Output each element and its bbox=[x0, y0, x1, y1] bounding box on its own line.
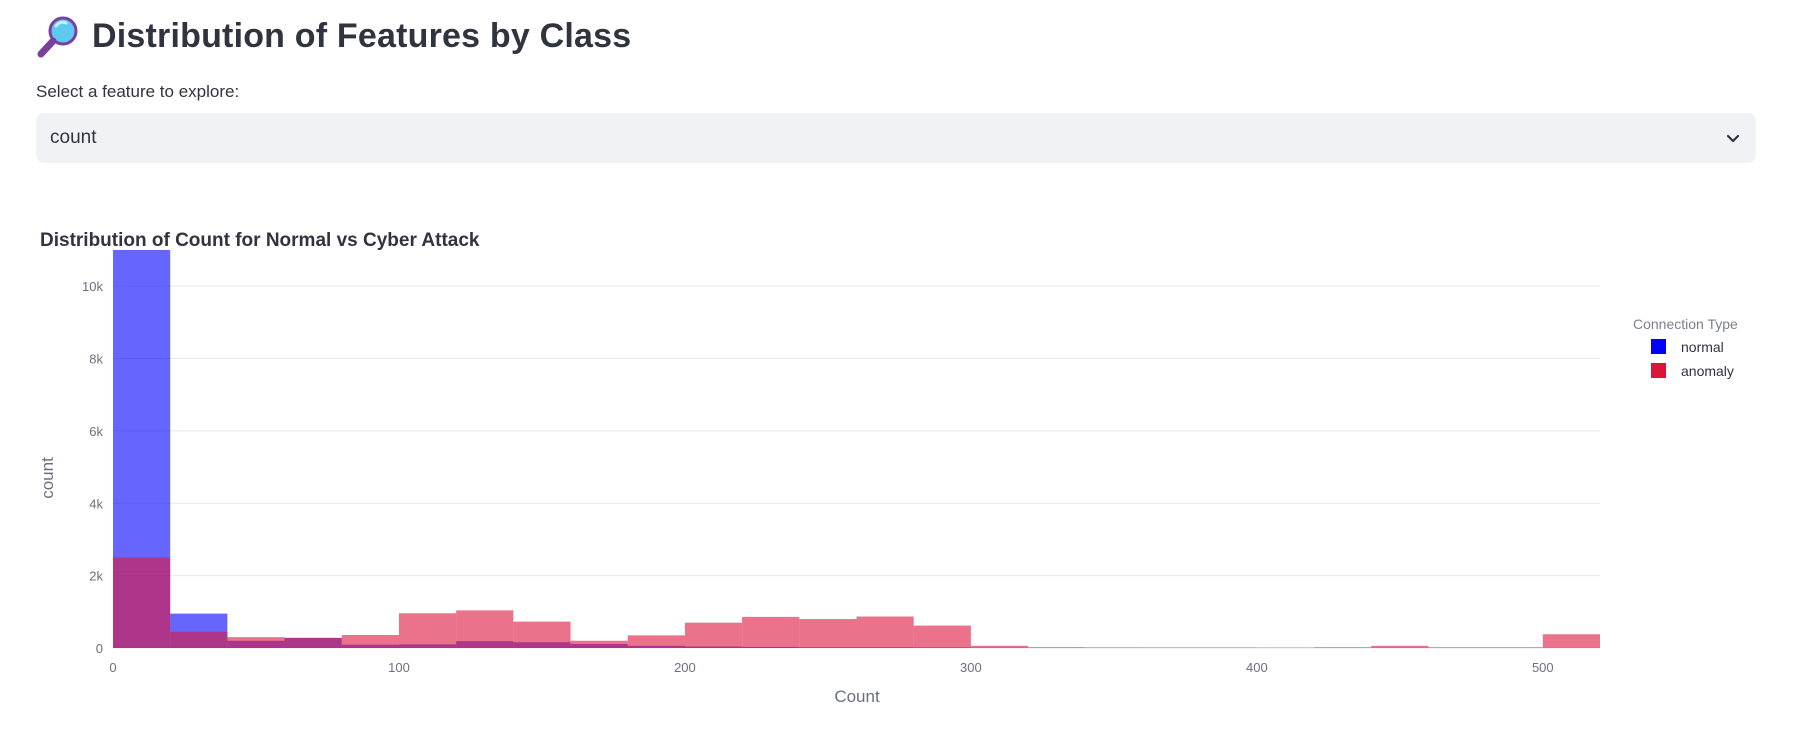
feature-select[interactable]: count bbox=[36, 113, 1756, 163]
y-tick-label: 0 bbox=[96, 641, 103, 656]
bars bbox=[113, 250, 1600, 648]
legend-item-normal[interactable]: normal bbox=[1681, 339, 1724, 355]
x-tick-label: 200 bbox=[674, 660, 696, 675]
bar-anomaly[interactable] bbox=[170, 632, 227, 648]
magnifying-glass-icon bbox=[36, 14, 80, 58]
bar-anomaly[interactable] bbox=[1085, 647, 1142, 648]
page-header: Distribution of Features by Class bbox=[36, 14, 631, 58]
y-tick-label: 10k bbox=[82, 279, 103, 294]
bar-anomaly[interactable] bbox=[971, 646, 1028, 648]
bar-anomaly[interactable] bbox=[113, 558, 170, 648]
x-axis-label: Count bbox=[834, 687, 880, 706]
bar-anomaly[interactable] bbox=[742, 617, 799, 648]
bar-anomaly[interactable] bbox=[799, 619, 856, 648]
bar-anomaly[interactable] bbox=[1428, 647, 1485, 648]
bar-anomaly[interactable] bbox=[342, 635, 399, 648]
bar-anomaly[interactable] bbox=[571, 641, 628, 648]
bar-anomaly[interactable] bbox=[513, 622, 570, 648]
chart-svg: Distribution of Count for Normal vs Cybe… bbox=[0, 210, 1803, 730]
y-tick-label: 6k bbox=[89, 424, 103, 439]
y-tick-label: 2k bbox=[89, 569, 103, 584]
bar-anomaly[interactable] bbox=[285, 638, 342, 648]
bar-anomaly[interactable] bbox=[1314, 647, 1371, 648]
feature-select-value: count bbox=[50, 127, 1724, 149]
histogram-chart: Distribution of Count for Normal vs Cybe… bbox=[0, 210, 1803, 730]
chevron-down-icon bbox=[1724, 129, 1742, 147]
bar-anomaly[interactable] bbox=[1371, 646, 1428, 648]
gridlines bbox=[113, 286, 1600, 648]
legend-swatch-normal[interactable] bbox=[1651, 339, 1666, 354]
x-tick-label: 100 bbox=[388, 660, 410, 675]
chart-title: Distribution of Count for Normal vs Cybe… bbox=[40, 230, 480, 251]
y-axis-ticks: 0 2k 4k 6k 8k 10k bbox=[82, 279, 103, 656]
bar-anomaly[interactable] bbox=[914, 626, 971, 648]
bar-anomaly[interactable] bbox=[456, 610, 513, 648]
bar-anomaly[interactable] bbox=[685, 623, 742, 648]
legend-item-anomaly[interactable]: anomaly bbox=[1681, 363, 1734, 379]
bar-anomaly[interactable] bbox=[399, 613, 456, 648]
y-tick-label: 8k bbox=[89, 352, 103, 367]
bar-anomaly[interactable] bbox=[1200, 647, 1257, 648]
bar-anomaly[interactable] bbox=[628, 635, 685, 648]
bar-anomaly[interactable] bbox=[1028, 647, 1085, 648]
legend-title: Connection Type bbox=[1633, 316, 1738, 332]
legend-swatch-anomaly[interactable] bbox=[1651, 363, 1666, 378]
bar-anomaly[interactable] bbox=[1543, 634, 1600, 648]
x-axis-ticks: 0 100 200 300 400 500 bbox=[109, 660, 1553, 675]
y-axis-label: count bbox=[38, 457, 57, 499]
bar-anomaly[interactable] bbox=[1486, 647, 1543, 648]
x-tick-label: 0 bbox=[109, 660, 116, 675]
bar-anomaly[interactable] bbox=[1142, 647, 1199, 648]
bar-anomaly[interactable] bbox=[227, 637, 284, 648]
x-tick-label: 500 bbox=[1532, 660, 1554, 675]
y-tick-label: 4k bbox=[89, 496, 103, 511]
page-title: Distribution of Features by Class bbox=[92, 17, 631, 56]
feature-select-label: Select a feature to explore: bbox=[36, 82, 239, 102]
legend[interactable]: Connection Type normal anomaly bbox=[1633, 316, 1738, 379]
x-tick-label: 300 bbox=[960, 660, 982, 675]
x-tick-label: 400 bbox=[1246, 660, 1268, 675]
bar-anomaly[interactable] bbox=[857, 617, 914, 648]
